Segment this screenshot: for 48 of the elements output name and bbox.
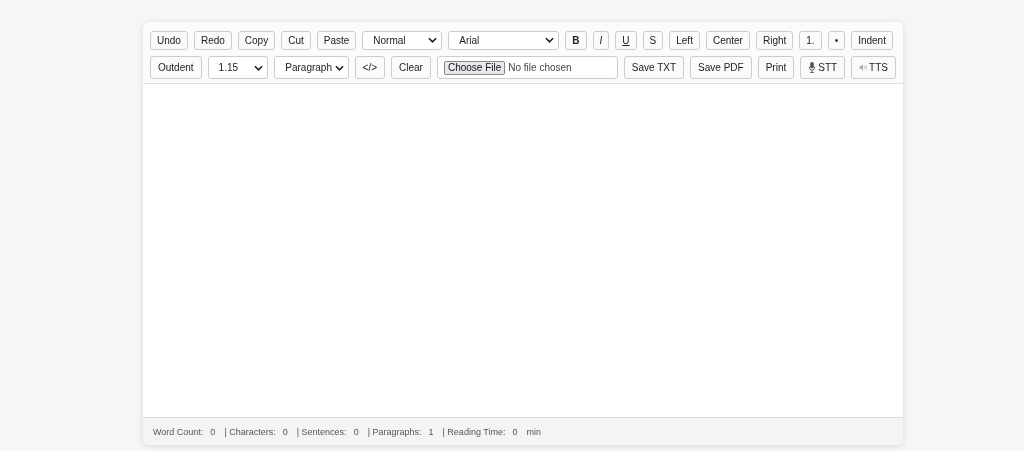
status-value: 0 [282,426,288,437]
toolbar-button[interactable]: Copy [237,30,276,50]
status-label: | Sentences: [296,426,347,437]
dropdown[interactable]: Arial [448,30,560,50]
file-input[interactable]: Choose File No file chosen [436,56,618,79]
text-editor[interactable] [143,84,903,417]
toolbar-button[interactable]: </> [354,56,385,79]
status-label: Word Count: [153,426,204,437]
microphone-icon [808,62,817,73]
toolbar-button[interactable]: Undo [150,30,188,50]
toolbar-button[interactable]: Save PDF [690,56,752,79]
status-unit: min [526,426,541,437]
toolbar-button[interactable]: Indent [851,30,893,50]
toolbar-button[interactable]: Redo [193,30,232,50]
status-label: | Paragraphs: [367,426,422,437]
toolbar-button[interactable]: Center [705,30,750,50]
toolbar-button[interactable]: Outdent [150,56,202,79]
choose-file-button[interactable]: Choose File [443,60,506,75]
status-value: 0 [210,426,216,437]
status-label: | Characters: [224,426,276,437]
toolbar-button[interactable]: TTS [851,56,896,79]
toolbar-button[interactable]: • [827,30,846,50]
status-value: 0 [512,426,518,437]
status-value: 0 [353,426,359,437]
toolbar-button[interactable]: Clear [391,56,431,79]
caret-icon [254,64,264,71]
toolbar-button[interactable]: S [642,30,664,50]
toolbar-button[interactable]: U [615,30,637,50]
status-label: | Reading Time: [442,426,506,437]
toolbar-button[interactable]: Paste [316,30,357,50]
caret-icon [545,37,555,43]
toolbar-button[interactable]: Cut [281,30,311,50]
toolbar-button[interactable]: 1. [799,30,822,50]
file-status: No file chosen [508,62,572,73]
toolbar-button[interactable]: I [592,30,610,50]
toolbar-button[interactable]: B [565,30,587,50]
toolbar-button[interactable]: Right [755,30,794,50]
dropdown[interactable]: 1.15 [207,56,269,79]
caret-icon [334,64,344,71]
toolbar-button[interactable]: Left [669,30,700,50]
dropdown[interactable]: Normal [362,30,443,50]
status-value: 1 [428,426,434,437]
toolbar-button[interactable]: STT [800,56,846,79]
caret-icon [428,37,438,43]
dropdown[interactable]: Paragraph [274,56,349,79]
speaker-icon [859,62,868,73]
toolbar-button[interactable]: Print [757,56,795,79]
toolbar-button[interactable]: Save TXT [623,56,685,79]
